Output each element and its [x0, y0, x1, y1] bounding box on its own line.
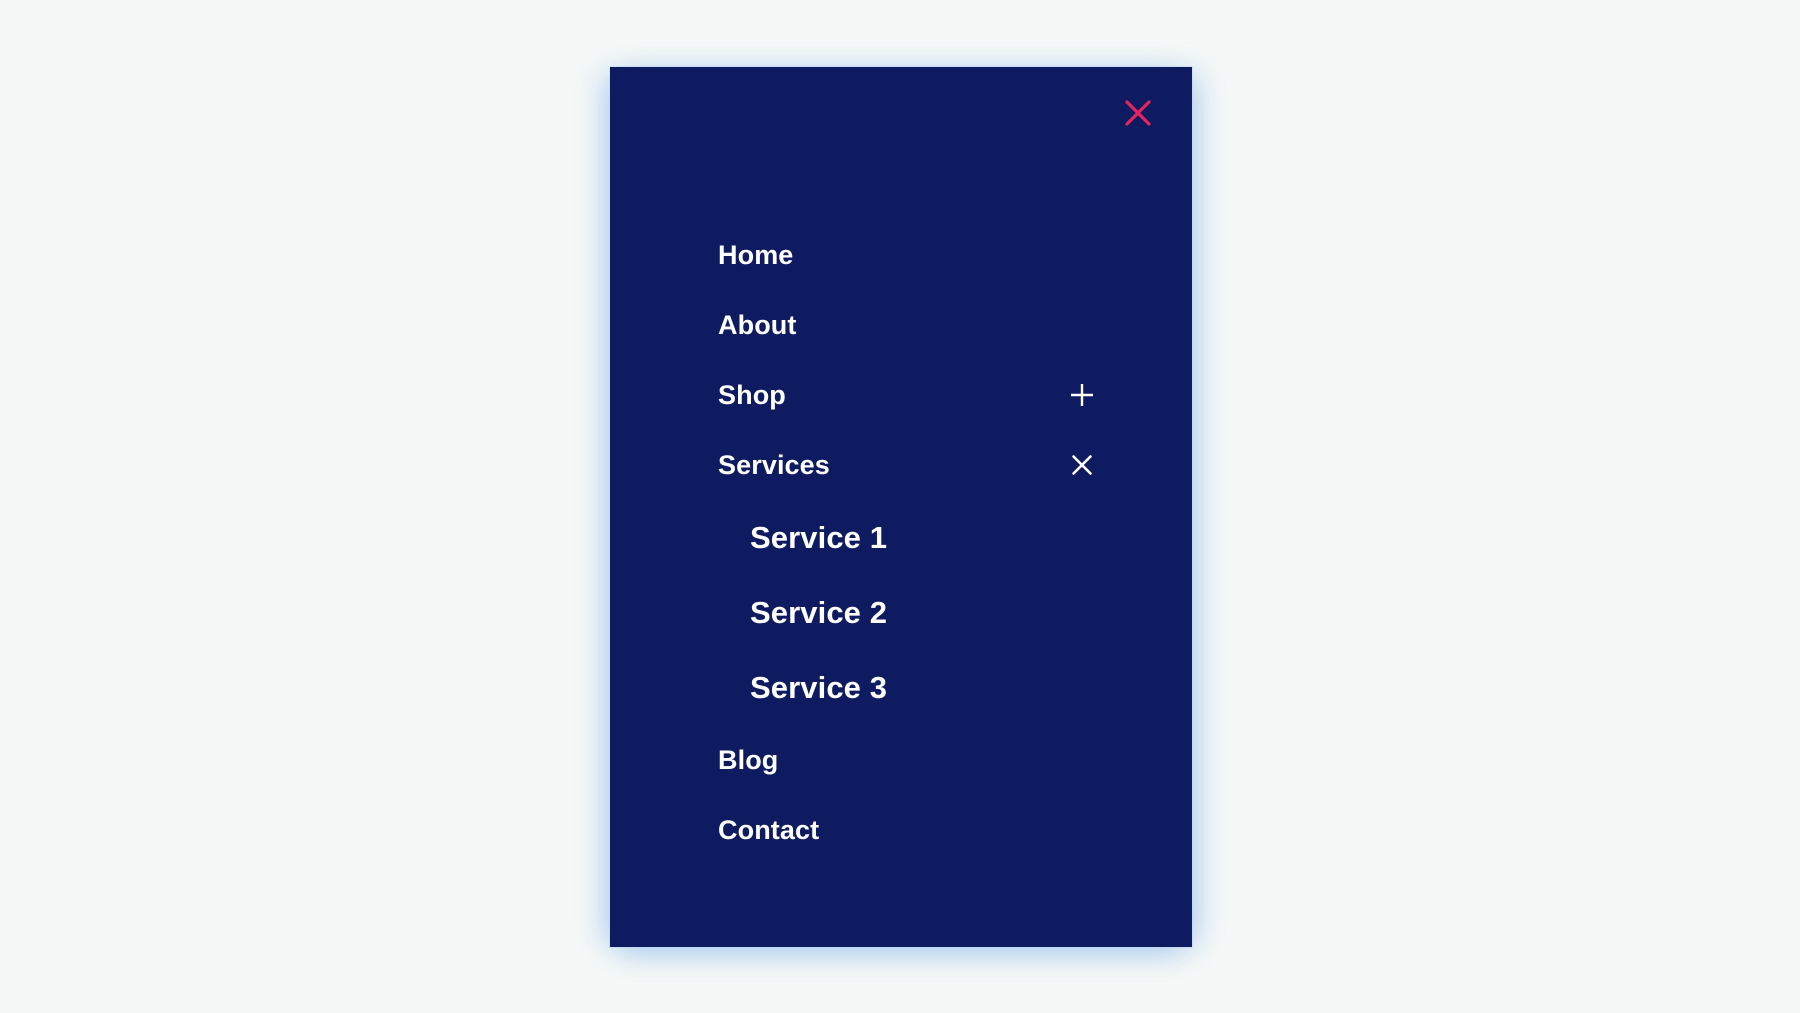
menu-item-home: Home: [610, 220, 1192, 290]
menu-item-services: Services Service 1 Service 2 Service 3: [610, 430, 1192, 725]
menu-row: Blog: [610, 725, 1192, 795]
submenu-link-service-1[interactable]: Service 1: [750, 522, 887, 553]
menu-row: Home: [610, 220, 1192, 290]
submenu-item: Service 3: [610, 650, 1192, 725]
menu-link-shop[interactable]: Shop: [718, 381, 786, 409]
menu-link-about[interactable]: About: [718, 311, 796, 339]
navigation-drawer: Home About Shop Services Service 1 Servi…: [610, 67, 1192, 947]
submenu-toggle-shop[interactable]: [1062, 375, 1102, 415]
submenu-services: Service 1 Service 2 Service 3: [610, 500, 1192, 725]
menu-link-contact[interactable]: Contact: [718, 816, 819, 844]
submenu-item: Service 1: [610, 500, 1192, 575]
menu-item-about: About: [610, 290, 1192, 360]
plus-icon: [1069, 382, 1095, 408]
primary-menu: Home About Shop Services Service 1 Servi…: [610, 220, 1192, 865]
menu-item-contact: Contact: [610, 795, 1192, 865]
menu-row: Shop: [610, 360, 1192, 430]
close-menu-button[interactable]: [1112, 87, 1164, 139]
submenu-toggle-services[interactable]: [1062, 445, 1102, 485]
menu-row: Contact: [610, 795, 1192, 865]
menu-row: Services: [610, 430, 1192, 500]
submenu-link-service-3[interactable]: Service 3: [750, 672, 887, 703]
menu-row: About: [610, 290, 1192, 360]
menu-item-blog: Blog: [610, 725, 1192, 795]
menu-item-shop: Shop: [610, 360, 1192, 430]
menu-link-home[interactable]: Home: [718, 241, 793, 269]
close-icon: [1124, 99, 1152, 127]
menu-link-blog[interactable]: Blog: [718, 746, 778, 774]
submenu-item: Service 2: [610, 575, 1192, 650]
menu-link-services[interactable]: Services: [718, 451, 830, 479]
submenu-link-service-2[interactable]: Service 2: [750, 597, 887, 628]
close-icon: [1070, 453, 1094, 477]
